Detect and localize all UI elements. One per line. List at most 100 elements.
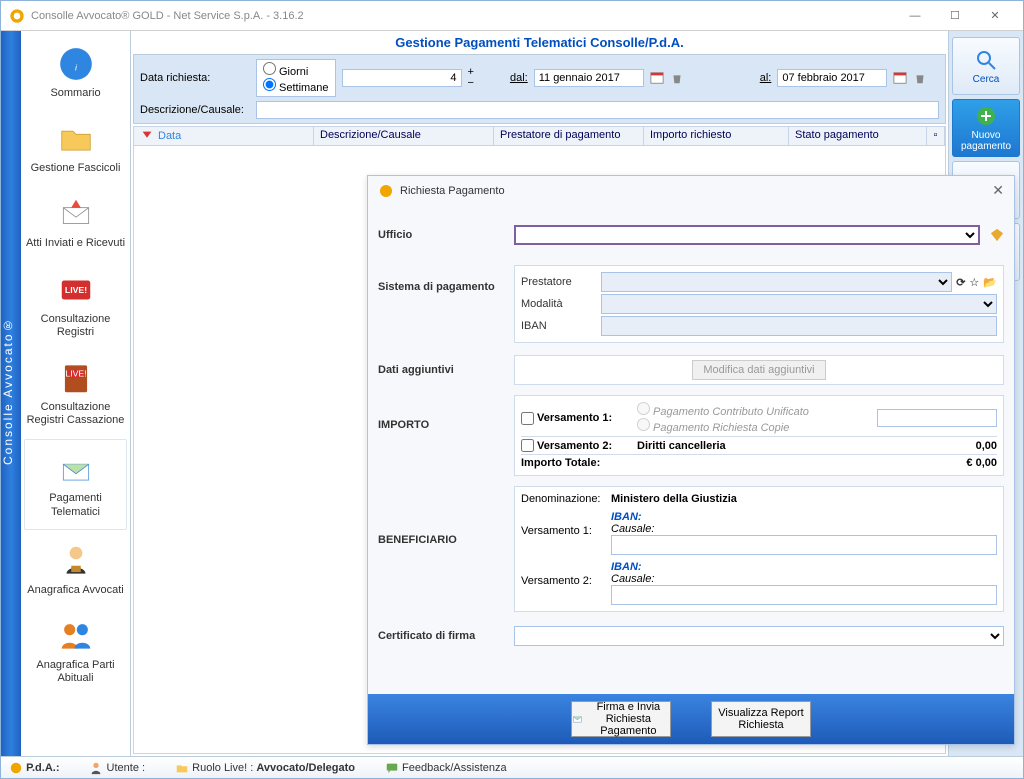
certificato-label: Certificato di firma	[378, 630, 508, 642]
modalita-select[interactable]	[601, 294, 997, 314]
ben-v1-label: Versamento 1:	[521, 511, 611, 537]
folder-icon	[175, 761, 189, 775]
trash-icon[interactable]	[670, 71, 684, 85]
refresh-icon[interactable]: ⟳	[956, 276, 965, 289]
star-icon[interactable]: ☆	[969, 276, 979, 289]
search-icon	[974, 48, 998, 72]
denominazione-value: Ministero della Giustizia	[611, 493, 737, 505]
app-icon	[9, 8, 25, 24]
cerca-button[interactable]: Cerca	[952, 37, 1020, 95]
ben-v1-iban-label: IBAN:	[611, 511, 997, 523]
nav-anagrafica-parti[interactable]: Anagrafica Parti Abituali	[21, 607, 130, 695]
plus-icon	[974, 104, 998, 128]
col-importo[interactable]: Importo richiesto	[644, 127, 789, 145]
app-window: Consolle Avvocato® GOLD - Net Service S.…	[0, 0, 1024, 779]
visualizza-report-button[interactable]: Visualizza Report Richiesta	[711, 701, 811, 737]
trash-icon[interactable]	[913, 71, 927, 85]
nav-consultazione-cassazione[interactable]: LIVE! Consultazione Registri Cassazione	[21, 349, 130, 437]
dialog-close-button[interactable]: ✕	[992, 182, 1004, 199]
versamento1-checkbox[interactable]	[521, 412, 534, 425]
versamento2-amount: 0,00	[976, 440, 997, 452]
sistema-label: Sistema di pagamento	[378, 265, 508, 293]
ben-v2-label: Versamento 2:	[521, 561, 611, 587]
dal-label: dal:	[510, 72, 528, 84]
nav-label: Consultazione Registri	[23, 313, 128, 339]
nav-sommario[interactable]: i Sommario	[21, 35, 130, 110]
close-button[interactable]: ✕	[975, 4, 1015, 28]
titlebar: Consolle Avvocato® GOLD - Net Service S.…	[1, 1, 1023, 31]
spinner-input[interactable]	[342, 69, 462, 87]
ben-v2-causale-input[interactable]	[611, 585, 997, 605]
live-icon: LIVE!	[57, 271, 95, 309]
prestatore-select[interactable]	[601, 272, 952, 292]
dialog-title-bar: Richiesta Pagamento ✕	[368, 176, 1014, 205]
dialog-footer: Firma e Invia Richiesta Pagamento Visual…	[368, 694, 1014, 744]
dati-aggiuntivi-label: Dati aggiuntivi	[378, 364, 508, 376]
envelope-icon	[57, 195, 95, 233]
nuovo-pagamento-button[interactable]: Nuovo pagamento	[952, 99, 1020, 157]
opt-contributo[interactable]: Pagamento Contributo Unificato	[637, 402, 809, 418]
sistema-panel: Prestatore ⟳ ☆ 📂 Modalità	[514, 265, 1004, 343]
nav-gestione-fascicoli[interactable]: Gestione Fascicoli	[21, 110, 130, 185]
al-label: al:	[760, 72, 772, 84]
info-icon: i	[57, 45, 95, 83]
dialog-body: Ufficio Sistema di pagamento Prestatore …	[368, 205, 1014, 694]
versamento1-amount[interactable]	[877, 409, 997, 427]
nav-atti-inviati[interactable]: Atti Inviati e Ricevuti	[21, 185, 130, 260]
calendar-icon[interactable]	[650, 71, 664, 85]
col-stato[interactable]: Stato pagamento	[789, 127, 927, 145]
left-rail: Consolle Avvocato®	[1, 31, 21, 756]
richiesta-pagamento-dialog: Richiesta Pagamento ✕ Ufficio Sistema di…	[367, 175, 1015, 745]
ben-v2-iban-label: IBAN:	[611, 561, 997, 573]
col-data[interactable]: Data	[134, 127, 314, 145]
page-title: Gestione Pagamenti Telematici Consolle/P…	[131, 31, 948, 52]
nav-label: Sommario	[50, 87, 100, 100]
nav-pagamenti-telematici[interactable]: Pagamenti Telematici	[24, 439, 127, 529]
certificato-select[interactable]	[514, 626, 1004, 646]
filter-bar: Data richiesta: Giorni Settimane + − dal…	[133, 54, 946, 124]
diamond-icon[interactable]	[990, 228, 1004, 242]
importo-label: IMPORTO	[378, 395, 508, 431]
sign-send-icon	[572, 708, 583, 730]
totale-value: € 0,00	[966, 457, 997, 469]
beneficiario-panel: Denominazione: Ministero della Giustizia…	[514, 486, 1004, 612]
nav-anagrafica-avvocati[interactable]: Anagrafica Avvocati	[21, 532, 130, 607]
minimize-button[interactable]: —	[895, 4, 935, 28]
svg-text:LIVE!: LIVE!	[65, 368, 86, 378]
folder-icon	[57, 120, 95, 158]
versamento2-desc: Diritti cancelleria	[637, 440, 726, 452]
versamento2-checkbox[interactable]	[521, 439, 534, 452]
col-config[interactable]: ▫	[927, 127, 945, 145]
versamento1-label: Versamento 1:	[537, 412, 637, 424]
status-pda: P.d.A.:	[9, 761, 59, 775]
folder-open-icon[interactable]: 📂	[983, 276, 997, 289]
opt-giorni[interactable]: Giorni	[263, 62, 329, 78]
status-feedback[interactable]: Feedback/Assistenza	[385, 761, 507, 775]
lawyer-icon	[57, 542, 95, 580]
iban-field	[601, 316, 997, 336]
radio-giorni[interactable]	[263, 62, 276, 75]
radio-settimane[interactable]	[263, 78, 276, 91]
ben-v1-causale-input[interactable]	[611, 535, 997, 555]
status-utente: Utente :	[89, 761, 145, 775]
ben-v1-causale-label: Causale:	[611, 523, 997, 535]
al-input[interactable]	[777, 69, 887, 87]
opt-copie[interactable]: Pagamento Richiesta Copie	[637, 418, 809, 434]
ufficio-label: Ufficio	[378, 229, 508, 241]
grid-header: Data Descrizione/Causale Prestatore di p…	[133, 126, 946, 146]
calendar-icon[interactable]	[893, 71, 907, 85]
importo-panel: Versamento 1: Pagamento Contributo Unifi…	[514, 395, 1004, 476]
dal-input[interactable]	[534, 69, 644, 87]
col-prestatore[interactable]: Prestatore di pagamento	[494, 127, 644, 145]
ufficio-select[interactable]	[514, 225, 980, 245]
maximize-button[interactable]: ☐	[935, 4, 975, 28]
iban-label: IBAN	[521, 320, 601, 332]
nav-sidebar: i Sommario Gestione Fascicoli Atti Invia…	[21, 31, 131, 756]
descrizione-input[interactable]	[256, 101, 939, 119]
firma-invia-button[interactable]: Firma e Invia Richiesta Pagamento	[571, 701, 671, 737]
spinner-down[interactable]: −	[468, 78, 474, 89]
opt-settimane[interactable]: Settimane	[263, 78, 329, 94]
col-descrizione[interactable]: Descrizione/Causale	[314, 127, 494, 145]
nav-consultazione-registri[interactable]: LIVE! Consultazione Registri	[21, 261, 130, 349]
versamento2-label: Versamento 2:	[537, 440, 637, 452]
